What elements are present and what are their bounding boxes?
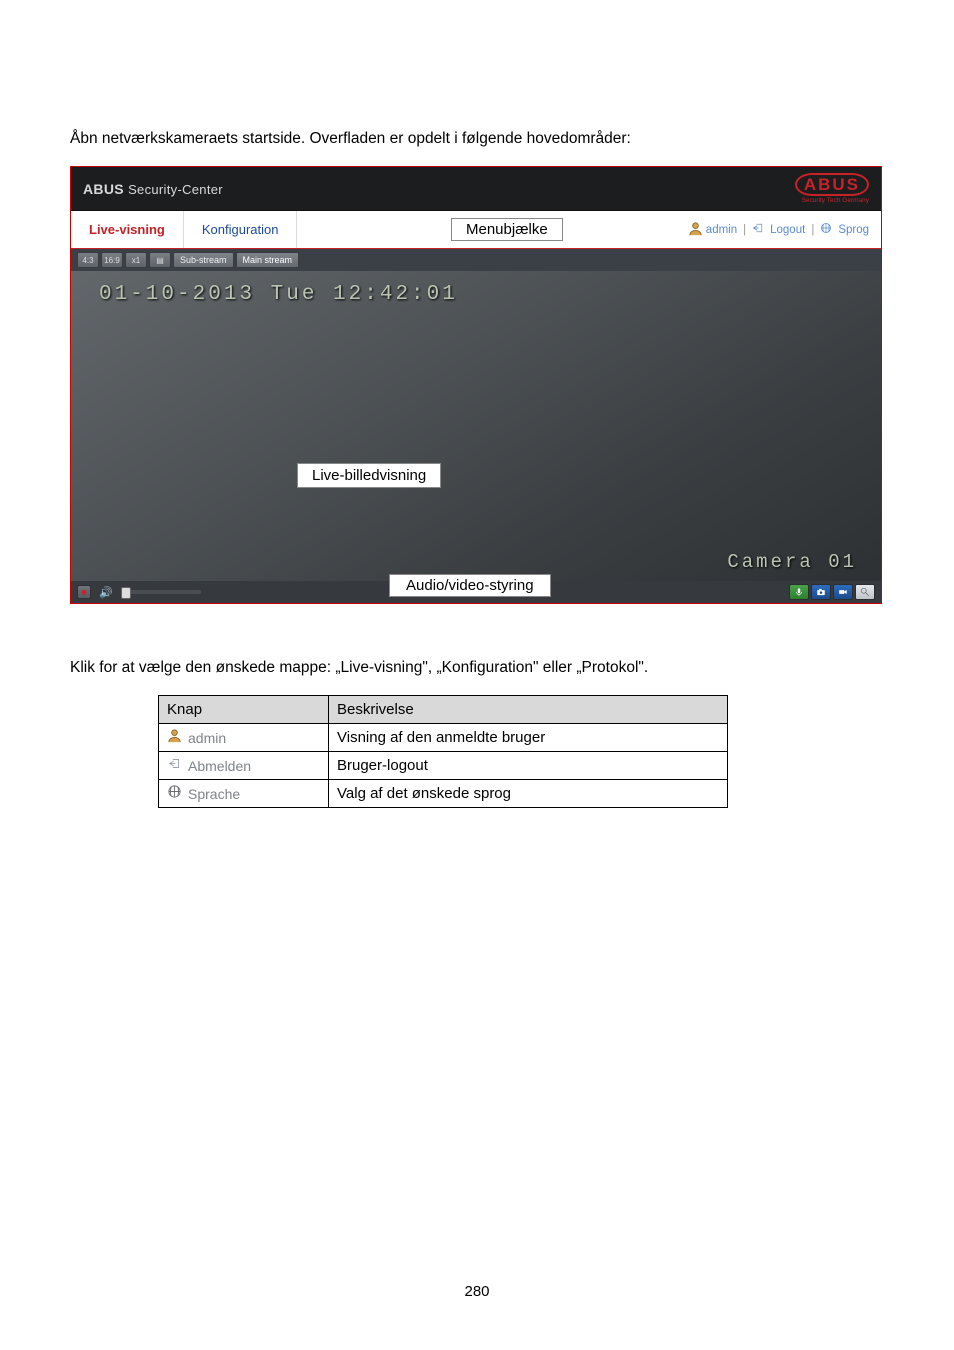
aspect-43-button[interactable]: 4:3 (77, 252, 99, 268)
snapshot-button[interactable] (811, 584, 831, 600)
bottom-right-controls (789, 584, 875, 600)
timestamp-overlay: 01-10-2013 Tue 12:42:01 (99, 283, 458, 306)
user-icon (167, 728, 182, 747)
table-row: Abmelden Bruger-logout (159, 752, 728, 780)
globe-icon (820, 222, 832, 237)
cell-desc-abmelden: Bruger-logout (329, 752, 728, 780)
volume-icon[interactable]: 🔊 (99, 586, 113, 599)
stop-button[interactable]: ■ (77, 585, 91, 599)
table-header-row: Knap Beskrivelse (159, 696, 728, 724)
substream-button[interactable]: Sub-stream (173, 252, 234, 268)
cell-label-admin: admin (188, 730, 226, 746)
mic-button[interactable] (789, 584, 809, 600)
layout-button[interactable]: ▤ (149, 252, 171, 268)
menu-right: admin | Logout | Sprog (688, 211, 881, 248)
folder-select-paragraph: Klik for at vælge den ønskede mappe: „Li… (70, 659, 884, 677)
globe-icon (167, 784, 182, 803)
callout-av-control: Audio/video-styring (389, 574, 551, 597)
intro-paragraph: Åbn netværkskameraets startside. Overfla… (70, 130, 884, 148)
cell-desc-admin: Visning af den anmeldte bruger (329, 724, 728, 752)
callout-live-view: Live-billedvisning (297, 463, 441, 488)
logout-icon (752, 222, 764, 237)
zoom-button[interactable] (855, 584, 875, 600)
user-icon (688, 221, 700, 239)
th-knap: Knap (159, 696, 329, 724)
brand-sub: Security-Center (128, 182, 223, 197)
zoom-x1-button[interactable]: x1 (125, 252, 147, 268)
table-row: admin Visning af den anmeldte bruger (159, 724, 728, 752)
abus-logo: ABUS (795, 173, 869, 196)
th-beskrivelse: Beskrivelse (329, 696, 728, 724)
abus-logo-sub: Security Tech Germany (795, 197, 869, 204)
view-toolbar: 4:3 16:9 x1 ▤ Sub-stream Main stream (71, 249, 881, 271)
cell-label-abmelden: Abmelden (188, 758, 251, 774)
volume-slider[interactable] (121, 590, 201, 594)
tab-konfiguration[interactable]: Konfiguration (184, 211, 298, 248)
menu-bar: Live-visning Konfiguration Menubjælke ad… (71, 211, 881, 249)
screenshot-region: ABUS Security-Center ABUS Security Tech … (70, 166, 882, 604)
page-number: 280 (0, 1283, 954, 1300)
lang-link[interactable]: Sprog (838, 224, 869, 236)
cell-label-sprache: Sprache (188, 786, 240, 802)
callout-menubar: Menubjælke (451, 218, 563, 241)
bottom-left-controls: ■ 🔊 (77, 585, 201, 599)
button-description-table: Knap Beskrivelse admin Visning af den an… (158, 695, 728, 808)
logout-icon (167, 757, 182, 774)
logout-link[interactable]: Logout (770, 224, 805, 236)
brand-bold: ABUS (83, 181, 124, 197)
mainstream-button[interactable]: Main stream (236, 252, 300, 268)
table-row: Sprache Valg af det ønskede sprog (159, 780, 728, 808)
camera-view: 01-10-2013 Tue 12:42:01 Live-billedvisni… (71, 271, 881, 581)
user-label[interactable]: admin (706, 224, 737, 236)
sep1: | (743, 224, 746, 236)
sep2: | (811, 224, 814, 236)
brand-title: ABUS Security-Center (83, 181, 223, 197)
tab-live-visning[interactable]: Live-visning (71, 211, 184, 248)
app-header: ABUS Security-Center ABUS Security Tech … (71, 167, 881, 211)
aspect-169-button[interactable]: 16:9 (101, 252, 123, 268)
camera-name-overlay: Camera 01 (727, 551, 857, 573)
record-button[interactable] (833, 584, 853, 600)
cell-desc-sprache: Valg af det ønskede sprog (329, 780, 728, 808)
abus-logo-wrap: ABUS Security Tech Germany (795, 173, 869, 204)
